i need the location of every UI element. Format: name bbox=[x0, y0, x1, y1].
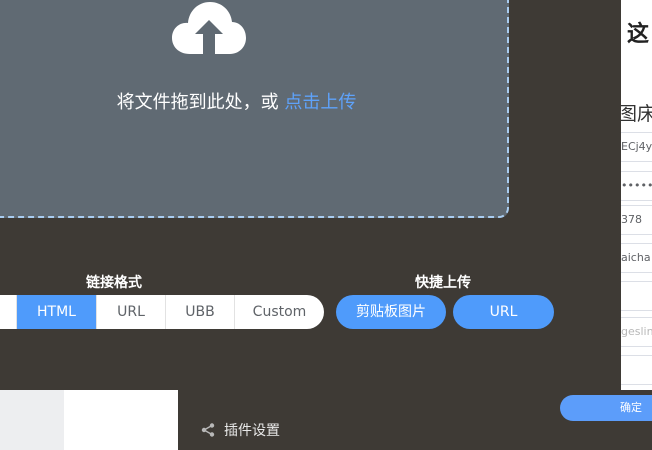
upload-modal: 将文件拖到此处，或 点击上传 链接格式 HTML URL UBB Custom … bbox=[0, 0, 621, 390]
upload-dropzone[interactable]: 将文件拖到此处，或 点击上传 bbox=[0, 0, 509, 218]
settings-panel-heading: 这 bbox=[627, 22, 650, 47]
quick-upload-label: 快捷上传 bbox=[415, 275, 471, 291]
cloud-upload-icon bbox=[172, 2, 246, 54]
click-to-upload-link[interactable]: 点击上传 bbox=[284, 92, 356, 113]
dropzone-text: 将文件拖到此处，或 点击上传 bbox=[0, 88, 491, 114]
link-format-custom[interactable]: Custom bbox=[234, 295, 324, 329]
settings-field-4[interactable]: aicha bbox=[618, 243, 652, 273]
settings-panel-subheading: 图床 bbox=[618, 103, 652, 125]
plugin-settings-label: 插件设置 bbox=[224, 423, 280, 439]
link-format-label: 链接格式 bbox=[86, 275, 142, 291]
link-format-ubb[interactable]: UBB bbox=[165, 295, 234, 329]
confirm-button[interactable]: 确定 bbox=[560, 395, 652, 421]
link-format-option-hidden[interactable] bbox=[0, 295, 16, 329]
link-format-url[interactable]: URL bbox=[96, 295, 165, 329]
settings-field-3[interactable]: 378 bbox=[618, 205, 652, 235]
url-upload-button[interactable]: URL bbox=[453, 295, 554, 329]
share-icon bbox=[201, 423, 215, 437]
settings-field-1[interactable]: ECj4y bbox=[618, 132, 652, 162]
clipboard-image-button[interactable]: 剪贴板图片 bbox=[336, 295, 446, 329]
link-format-selector: HTML URL UBB Custom bbox=[0, 295, 324, 329]
settings-field-6[interactable]: geslin bbox=[618, 317, 652, 347]
settings-field-5[interactable] bbox=[618, 281, 652, 311]
dropzone-instructions: 将文件拖到此处，或 bbox=[116, 92, 279, 113]
settings-field-7[interactable] bbox=[618, 355, 652, 385]
settings-field-password[interactable]: •••••••• bbox=[618, 171, 652, 201]
plugin-settings-link[interactable]: 插件设置 bbox=[200, 420, 280, 440]
link-format-html[interactable]: HTML bbox=[16, 295, 96, 329]
